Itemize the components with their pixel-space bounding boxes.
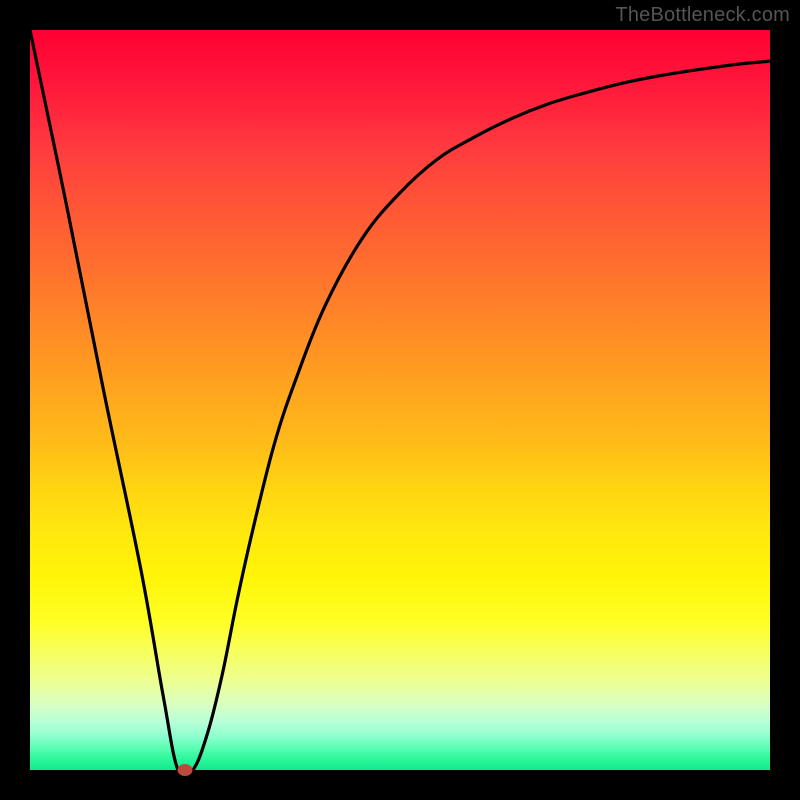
- bottleneck-curve: [30, 30, 770, 770]
- plot-area: [30, 30, 770, 770]
- chart-frame: TheBottleneck.com: [0, 0, 800, 800]
- optimal-point-marker: [178, 764, 193, 776]
- watermark-text: TheBottleneck.com: [615, 4, 790, 27]
- curve-path: [30, 30, 770, 770]
